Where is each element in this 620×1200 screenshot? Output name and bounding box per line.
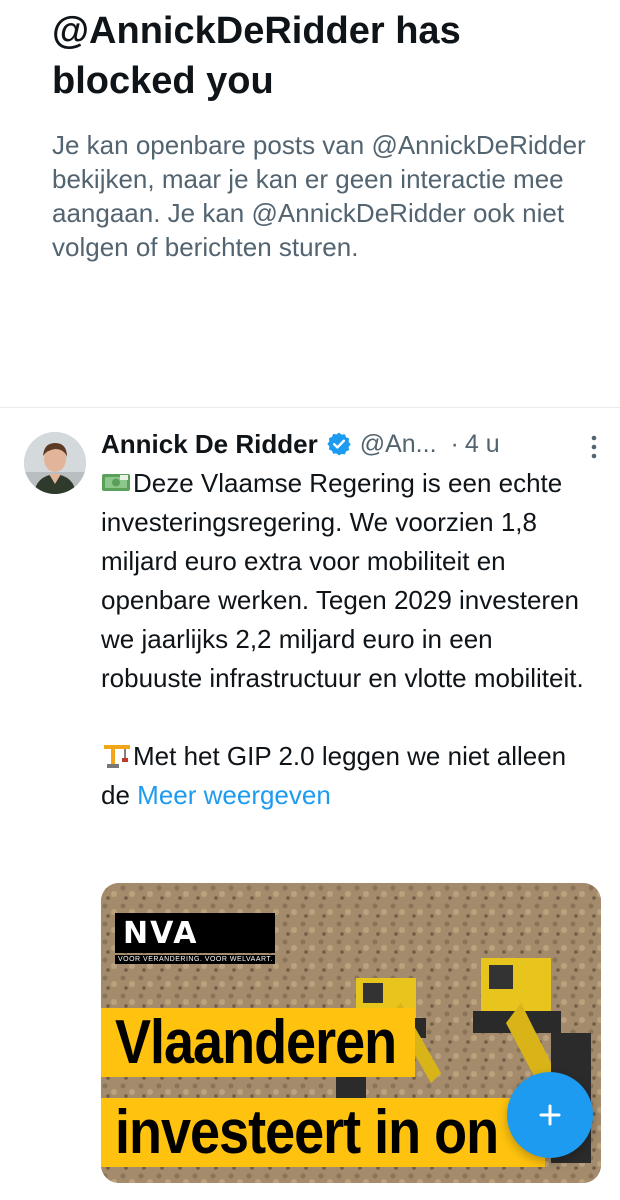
timestamp[interactable]: 4 u xyxy=(465,430,500,459)
show-more-link[interactable]: Meer weergeven xyxy=(137,780,331,810)
tweet-paragraph-1: Deze Vlaamse Regering is een echte inves… xyxy=(101,468,584,693)
verified-badge-icon xyxy=(326,431,352,457)
author-handle[interactable]: @An... xyxy=(360,430,437,459)
blocked-notice: @AnnickDeRidder has blocked you Je kan o… xyxy=(52,6,592,264)
blocked-description: Je kan openbare posts van @AnnickDeRidde… xyxy=(52,130,586,262)
headline-line-2: investeert in on xyxy=(101,1098,545,1167)
author-name[interactable]: Annick De Ridder xyxy=(101,429,318,460)
tweet[interactable]: Annick De Ridder @An... · 4 u Deze Vlaam… xyxy=(101,424,601,815)
tweet-text: Deze Vlaamse Regering is een echte inves… xyxy=(101,464,601,815)
money-emoji-icon xyxy=(101,467,131,493)
divider xyxy=(0,407,620,408)
avatar[interactable] xyxy=(24,432,86,494)
more-options-icon[interactable] xyxy=(589,434,599,460)
nva-logo-subtext: VOOR VERANDERING. VOOR WELVAART. xyxy=(115,955,275,964)
nva-logo: NVA xyxy=(115,913,275,953)
headline-line-1: Vlaanderen xyxy=(101,1008,415,1077)
nva-logo-text: NVA xyxy=(123,915,199,951)
plus-icon xyxy=(539,1104,561,1126)
tweet-header: Annick De Ridder @An... · 4 u xyxy=(101,424,601,464)
compose-button[interactable] xyxy=(507,1072,593,1158)
construction-crane-emoji-icon xyxy=(101,740,131,768)
separator-dot: · xyxy=(450,429,459,458)
blocked-title: @AnnickDeRidder has blocked you xyxy=(52,10,461,102)
